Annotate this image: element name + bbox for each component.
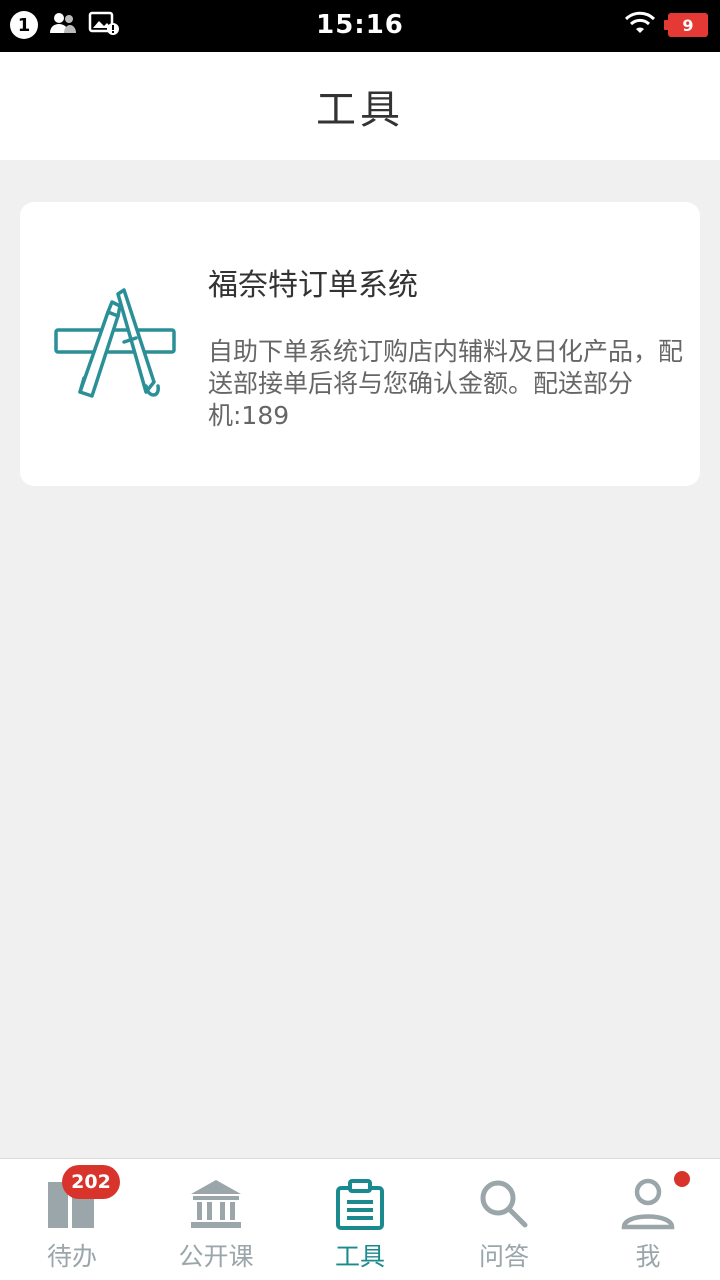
status-right-icons: 9 xyxy=(624,10,708,40)
tab-todo-label: 待办 xyxy=(46,1242,97,1271)
battery-icon: 9 xyxy=(664,13,708,37)
tool-title: 福奈特订单系统 xyxy=(208,268,418,303)
person-icon xyxy=(620,1177,676,1231)
status-bar: 1 15:16 9 xyxy=(0,0,720,52)
tool-card-order-system[interactable]: 福奈特订单系统 自助下单系统订购店内辅料及日化产品，配送部接单后将与您确认金额。… xyxy=(20,202,700,486)
bottom-tab-bar: 待办 202 公开课 工具 问答 我 xyxy=(0,1158,720,1280)
tab-qa[interactable]: 问答 xyxy=(432,1159,576,1280)
tab-me-label: 我 xyxy=(635,1242,661,1271)
tab-tools-label: 工具 xyxy=(334,1242,385,1271)
status-time: 15:16 xyxy=(316,10,404,40)
search-icon xyxy=(476,1177,532,1231)
me-notification-dot xyxy=(674,1171,690,1187)
institution-icon xyxy=(188,1177,244,1231)
tab-open-course-label: 公开课 xyxy=(178,1242,254,1271)
page-header: 工具 xyxy=(0,52,720,160)
app-store-pencil-brush-icon xyxy=(50,282,180,402)
main-content: 福奈特订单系统 自助下单系统订购店内辅料及日化产品，配送部接单后将与您确认金额。… xyxy=(0,160,720,1158)
tool-description: 自助下单系统订购店内辅料及日化产品，配送部接单后将与您确认金额。配送部分机:18… xyxy=(208,337,684,430)
tab-me[interactable]: 我 xyxy=(576,1159,720,1280)
tab-qa-label: 问答 xyxy=(478,1242,529,1271)
tab-todo[interactable]: 待办 202 xyxy=(0,1159,144,1280)
wifi-icon xyxy=(624,10,656,40)
tab-tools[interactable]: 工具 xyxy=(288,1159,432,1280)
page-title: 工具 xyxy=(316,87,404,133)
todo-badge: 202 xyxy=(62,1165,120,1199)
tab-open-course[interactable]: 公开课 xyxy=(144,1159,288,1280)
clipboard-icon xyxy=(332,1177,388,1231)
